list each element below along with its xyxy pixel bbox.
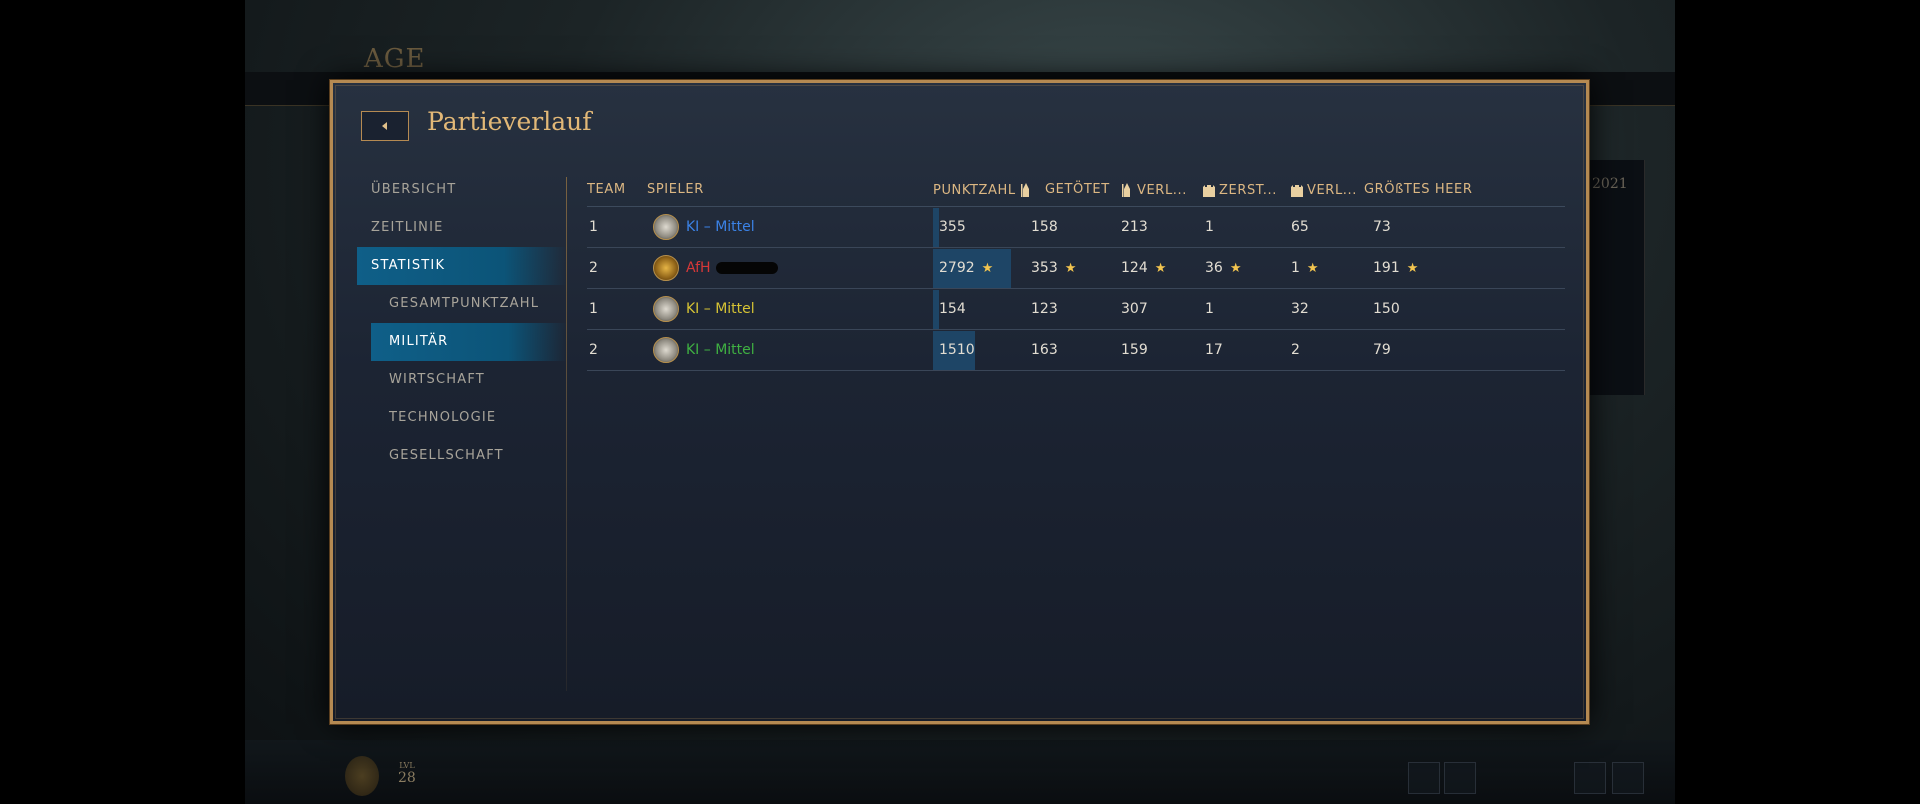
largest-army-cell: 191 ★ bbox=[1373, 260, 1418, 276]
header-score-label: PUNKTZAHL bbox=[933, 182, 1016, 198]
header-buildings-lost-label: VERL... bbox=[1307, 182, 1357, 198]
redaction-mark bbox=[715, 262, 778, 274]
lost-cell: 307 bbox=[1121, 301, 1148, 317]
background-side-panel-text: 2021 bbox=[1592, 176, 1628, 192]
team-cell: 2 bbox=[589, 342, 598, 358]
background-side-panel bbox=[1588, 160, 1645, 395]
header-player[interactable]: SPIELER bbox=[647, 182, 704, 197]
star-icon: ★ bbox=[1229, 260, 1242, 276]
player-level: LVL 28 bbox=[398, 760, 416, 786]
nav-military[interactable]: MILITÄR bbox=[371, 323, 567, 361]
military-stats-table: TEAM SPIELER PUNKTZAHL GETÖTET VERL... Z… bbox=[587, 173, 1565, 371]
destroyed-cell: 36 ★ bbox=[1205, 260, 1241, 276]
nav-technology[interactable]: TECHNOLOGIE bbox=[357, 399, 567, 437]
stats-sidebar: ÜBERSICHT ZEITLINIE STATISTIK GESAMTPUNK… bbox=[357, 171, 567, 475]
destroyed-cell: 1 bbox=[1205, 219, 1214, 235]
largest-army-cell: 150 bbox=[1373, 301, 1400, 317]
background-bottom-button bbox=[1612, 762, 1644, 794]
score-cell: 2792 ★ bbox=[939, 260, 993, 276]
score-cell: 154 bbox=[939, 301, 966, 317]
civilization-emblem-icon bbox=[653, 296, 679, 322]
civilization-emblem-icon bbox=[653, 255, 679, 281]
nav-economy[interactable]: WIRTSCHAFT bbox=[357, 361, 567, 399]
destroyed-value: 36 bbox=[1205, 260, 1223, 276]
nav-statistics[interactable]: STATISTIK bbox=[357, 247, 567, 285]
star-icon: ★ bbox=[981, 260, 994, 276]
table-row[interactable]: 2 AfH 2792 ★ 353 ★ 124 ★ 36 ★ 1 ★ 191 ★ bbox=[587, 248, 1565, 289]
buildings-lost-cell: 65 bbox=[1291, 219, 1309, 235]
lost-cell: 213 bbox=[1121, 219, 1148, 235]
lost-value: 124 bbox=[1121, 260, 1148, 276]
score-cell: 355 bbox=[939, 219, 966, 235]
header-destroyed-label: ZERST... bbox=[1219, 182, 1277, 198]
star-icon: ★ bbox=[1406, 260, 1419, 276]
player-name: KI – Mittel bbox=[686, 342, 755, 358]
sidebar-divider bbox=[566, 177, 567, 691]
game-title: AGE bbox=[364, 44, 426, 74]
star-icon: ★ bbox=[1306, 260, 1319, 276]
player-name: KI – Mittel bbox=[686, 301, 755, 317]
player-name: AfH bbox=[686, 260, 711, 276]
table-row[interactable]: 1 KI – Mittel 355 158 213 1 65 73 bbox=[587, 207, 1565, 248]
civilization-emblem-icon bbox=[653, 337, 679, 363]
buildings-lost-cell: 1 ★ bbox=[1291, 260, 1319, 276]
buildings-lost-cell: 2 bbox=[1291, 342, 1300, 358]
header-lost-label: VERL... bbox=[1137, 182, 1187, 198]
player-cell: KI – Mittel bbox=[653, 214, 755, 240]
player-cell: AfH bbox=[653, 255, 778, 281]
lost-cell: 124 ★ bbox=[1121, 260, 1166, 276]
header-buildings-lost[interactable]: VERL... bbox=[1290, 182, 1357, 198]
killed-cell: 158 bbox=[1031, 219, 1058, 235]
star-icon: ★ bbox=[1064, 260, 1077, 276]
back-button[interactable] bbox=[361, 111, 409, 141]
unit-icon bbox=[1020, 183, 1029, 197]
building-icon bbox=[1291, 185, 1303, 197]
largest-army-value: 191 bbox=[1373, 260, 1400, 276]
score-value: 2792 bbox=[939, 260, 975, 276]
table-row[interactable]: 1 KI – Mittel 154 123 307 1 32 150 bbox=[587, 289, 1565, 330]
killed-cell: 123 bbox=[1031, 301, 1058, 317]
nav-society[interactable]: GESELLSCHAFT bbox=[357, 437, 567, 475]
background-bottom-button bbox=[1408, 762, 1440, 794]
nav-total-score[interactable]: GESAMTPUNKTZAHL bbox=[357, 285, 567, 323]
team-cell: 1 bbox=[589, 301, 598, 317]
building-icon bbox=[1203, 185, 1215, 197]
nav-timeline[interactable]: ZEITLINIE bbox=[357, 209, 567, 247]
nav-overview[interactable]: ÜBERSICHT bbox=[357, 171, 567, 209]
killed-cell: 163 bbox=[1031, 342, 1058, 358]
team-cell: 2 bbox=[589, 260, 598, 276]
player-cell: KI – Mittel bbox=[653, 337, 755, 363]
table-header: TEAM SPIELER PUNKTZAHL GETÖTET VERL... Z… bbox=[587, 173, 1565, 207]
header-lost[interactable]: VERL... bbox=[1120, 182, 1187, 198]
level-value: 28 bbox=[398, 770, 416, 786]
background-bottom-button bbox=[1574, 762, 1606, 794]
header-largest-army[interactable]: GRÖßTES HEER bbox=[1364, 182, 1473, 197]
player-cell: KI – Mittel bbox=[653, 296, 755, 322]
civilization-emblem-icon bbox=[653, 214, 679, 240]
header-score[interactable]: PUNKTZAHL bbox=[933, 182, 1033, 198]
chevron-left-icon bbox=[382, 122, 387, 130]
largest-army-cell: 73 bbox=[1373, 219, 1391, 235]
unit-icon bbox=[1122, 183, 1130, 197]
killed-value: 353 bbox=[1031, 260, 1058, 276]
team-cell: 1 bbox=[589, 219, 598, 235]
largest-army-cell: 79 bbox=[1373, 342, 1391, 358]
lost-cell: 159 bbox=[1121, 342, 1148, 358]
score-cell: 1510 bbox=[939, 342, 975, 358]
profile-emblem-icon bbox=[345, 756, 379, 796]
table-row[interactable]: 2 KI – Mittel 1510 163 159 17 2 79 bbox=[587, 330, 1565, 371]
killed-cell: 353 ★ bbox=[1031, 260, 1076, 276]
header-killed[interactable]: GETÖTET bbox=[1045, 182, 1110, 197]
header-destroyed[interactable]: ZERST... bbox=[1202, 182, 1277, 198]
header-team[interactable]: TEAM bbox=[587, 182, 626, 197]
background-bottom-button bbox=[1444, 762, 1476, 794]
destroyed-cell: 1 bbox=[1205, 301, 1214, 317]
dialog-title: Partieverlauf bbox=[427, 107, 592, 136]
star-icon: ★ bbox=[1154, 260, 1167, 276]
buildings-lost-cell: 32 bbox=[1291, 301, 1309, 317]
destroyed-cell: 17 bbox=[1205, 342, 1223, 358]
match-history-dialog: Partieverlauf ÜBERSICHT ZEITLINIE STATIS… bbox=[330, 80, 1589, 724]
buildings-lost-value: 1 bbox=[1291, 260, 1300, 276]
player-name: KI – Mittel bbox=[686, 219, 755, 235]
